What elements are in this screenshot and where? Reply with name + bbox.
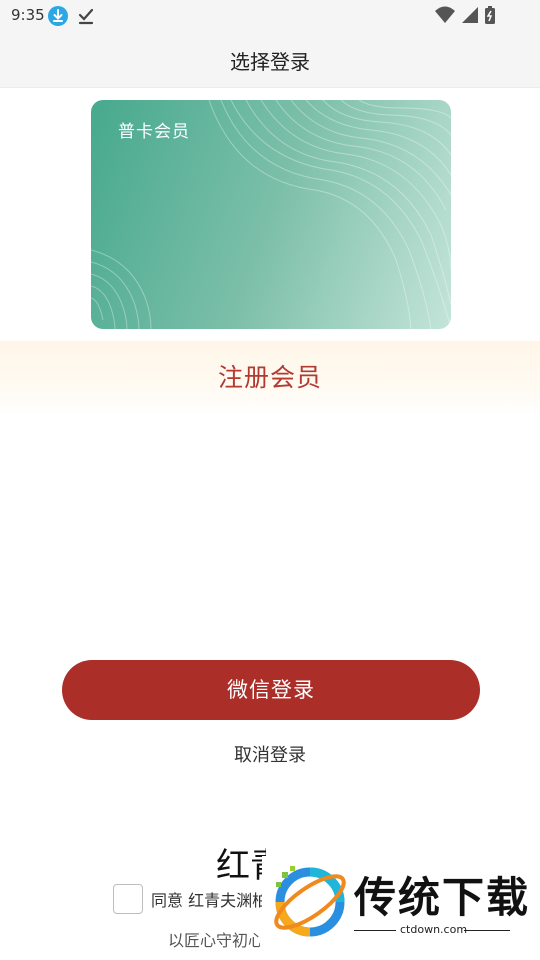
watermark: 传统下载 ctdown.com bbox=[262, 856, 540, 960]
check-icon bbox=[76, 6, 96, 26]
card-label: 普卡会员 bbox=[118, 122, 190, 142]
watermark-divider-right bbox=[464, 930, 510, 931]
watermark-title: 传统下载 bbox=[354, 873, 531, 922]
watermark-logo-icon bbox=[274, 866, 346, 937]
brand-text: 红青 bbox=[216, 846, 266, 880]
register-member-label: 注册会员 bbox=[217, 363, 322, 392]
slogan-text: 以匠心守初心 bbox=[168, 931, 260, 950]
watermark-subtitle: ctdown.com bbox=[400, 923, 468, 936]
battery-icon bbox=[485, 6, 495, 24]
download-icon bbox=[48, 6, 68, 26]
title-bar: 选择登录 bbox=[0, 32, 540, 88]
cancel-login-link[interactable]: 取消登录 bbox=[0, 741, 540, 767]
status-bar: 9:35 bbox=[0, 0, 540, 32]
register-member-banner[interactable]: 注册会员 bbox=[0, 341, 540, 415]
status-right-icons bbox=[414, 5, 514, 25]
status-time: 9:35 bbox=[11, 6, 45, 24]
agreement-checkbox[interactable] bbox=[113, 884, 143, 914]
signal-icon bbox=[462, 7, 478, 23]
agreement-text: 同意 红青夫渊柏 bbox=[151, 891, 265, 910]
membership-card[interactable]: 普卡会员 bbox=[91, 100, 451, 329]
page-title: 选择登录 bbox=[230, 50, 310, 74]
wifi-icon bbox=[435, 6, 455, 23]
wechat-login-button[interactable]: 微信登录 bbox=[62, 660, 480, 720]
watermark-divider-left bbox=[354, 930, 396, 931]
